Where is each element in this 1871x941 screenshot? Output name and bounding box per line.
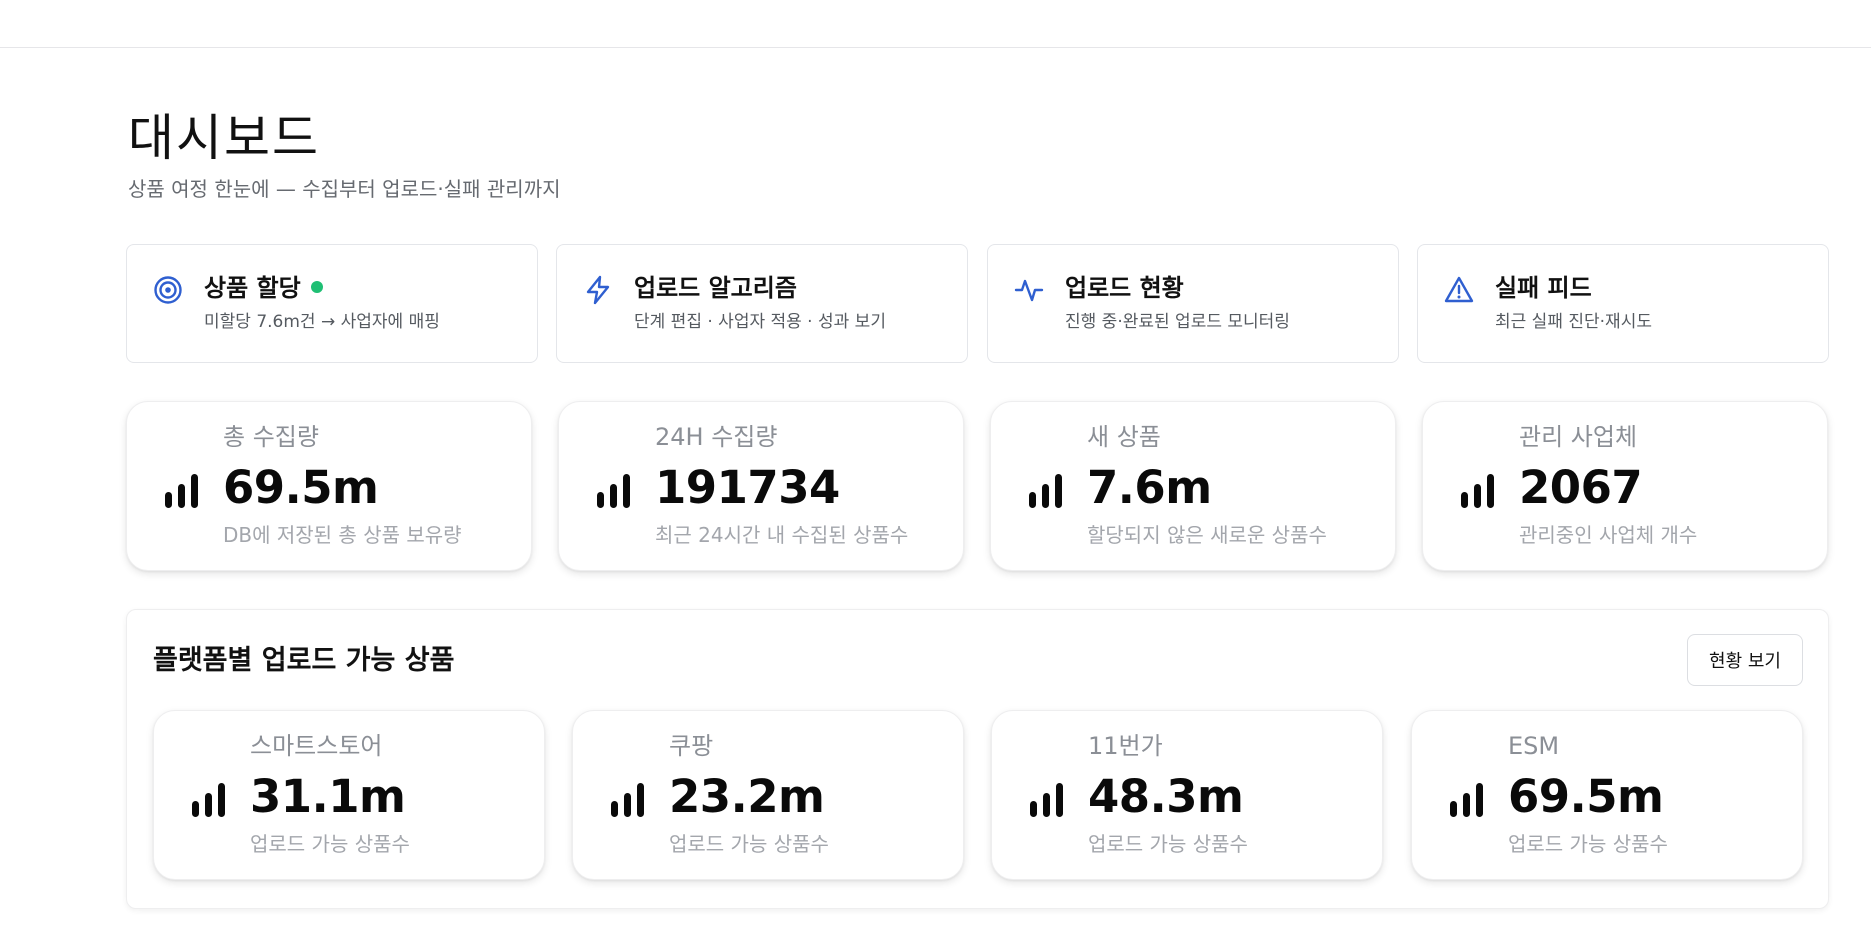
warning-icon <box>1444 276 1474 303</box>
stat-card-managed-businesses: 관리 사업체 2067 관리중인 사업체 개수 <box>1422 401 1828 571</box>
platform-value: 31.1m <box>250 770 406 823</box>
stat-label: 관리 사업체 <box>1519 423 1638 451</box>
stat-value: 2067 <box>1519 461 1643 514</box>
platform-upload-panel: 플랫폼별 업로드 가능 상품 현황 보기 스마트스토어 31.1m 업로드 가능… <box>126 609 1829 909</box>
platform-card-smartstore: 스마트스토어 31.1m 업로드 가능 상품수 <box>153 710 545 880</box>
platform-description: 업로드 가능 상품수 <box>250 832 410 856</box>
platform-value: 23.2m <box>669 770 825 823</box>
nav-card-title: 상품 할당 <box>204 273 323 303</box>
stat-label: 24H 수집량 <box>655 423 778 451</box>
platform-value: 69.5m <box>1508 770 1664 823</box>
signal-bars-icon <box>1450 783 1483 817</box>
signal-bars-icon <box>1461 474 1494 508</box>
nav-card-product-assignment[interactable]: 상품 할당 미할당 7.6m건 → 사업자에 매핑 <box>126 244 538 363</box>
nav-card-title: 업로드 알고리즘 <box>634 274 797 302</box>
signal-bars-icon <box>1029 474 1062 508</box>
stat-card-24h-collected: 24H 수집량 191734 최근 24시간 내 수집된 상품수 <box>558 401 964 571</box>
status-dot <box>310 281 323 293</box>
nav-card-description: 진행 중·완료된 업로드 모니터링 <box>1065 312 1290 332</box>
nav-card-title: 업로드 현황 <box>1065 274 1184 302</box>
stat-description: 최근 24시간 내 수집된 상품수 <box>655 523 909 547</box>
platform-card-11st: 11번가 48.3m 업로드 가능 상품수 <box>991 710 1383 880</box>
top-bar <box>0 0 1871 48</box>
platform-label: 스마트스토어 <box>250 732 383 760</box>
activity-icon <box>1014 279 1044 302</box>
stat-label: 총 수집량 <box>223 423 319 451</box>
platform-description: 업로드 가능 상품수 <box>669 832 829 856</box>
stat-card-new-products: 새 상품 7.6m 할당되지 않은 새로운 상품수 <box>990 401 1396 571</box>
nav-card-description: 미할당 7.6m건 → 사업자에 매핑 <box>204 312 440 332</box>
platform-label: 쿠팡 <box>669 732 714 760</box>
target-icon <box>154 276 182 304</box>
stat-label: 새 상품 <box>1087 423 1161 451</box>
signal-bars-icon <box>192 783 225 817</box>
platform-value: 48.3m <box>1088 770 1244 823</box>
platform-row: 스마트스토어 31.1m 업로드 가능 상품수 쿠팡 23.2m 업로드 가능 … <box>153 710 1805 880</box>
stat-value: 191734 <box>655 461 840 514</box>
panel-title: 플랫폼별 업로드 가능 상품 <box>153 645 455 676</box>
stats-row: 총 수집량 69.5m DB에 저장된 총 상품 보유량 24H 수집량 191… <box>126 401 1829 571</box>
stat-description: DB에 저장된 총 상품 보유량 <box>223 523 462 547</box>
nav-card-title: 실패 피드 <box>1495 274 1592 302</box>
platform-description: 업로드 가능 상품수 <box>1088 832 1248 856</box>
nav-cards: 상품 할당 미할당 7.6m건 → 사업자에 매핑 업로드 알고리즘 단계 편집… <box>126 244 1829 363</box>
page-title: 대시보드 <box>128 109 320 167</box>
nav-card-failure-feed[interactable]: 실패 피드 최근 실패 진단·재시도 <box>1417 244 1829 363</box>
lightning-icon <box>586 275 610 305</box>
view-status-button[interactable]: 현황 보기 <box>1687 634 1803 686</box>
platform-label: 11번가 <box>1088 732 1163 760</box>
nav-card-upload-algorithm[interactable]: 업로드 알고리즘 단계 편집 · 사업자 적용 · 성과 보기 <box>556 244 968 363</box>
platform-card-esm: ESM 69.5m 업로드 가능 상품수 <box>1411 710 1803 880</box>
stat-card-total-collected: 총 수집량 69.5m DB에 저장된 총 상품 보유량 <box>126 401 532 571</box>
platform-description: 업로드 가능 상품수 <box>1508 832 1668 856</box>
nav-card-upload-status[interactable]: 업로드 현황 진행 중·완료된 업로드 모니터링 <box>987 244 1399 363</box>
signal-bars-icon <box>1030 783 1063 817</box>
platform-card-coupang: 쿠팡 23.2m 업로드 가능 상품수 <box>572 710 964 880</box>
stat-value: 7.6m <box>1087 461 1212 514</box>
signal-bars-icon <box>597 474 630 508</box>
page-subtitle: 상품 여정 한눈에 — 수집부터 업로드·실패 관리까지 <box>128 177 561 201</box>
platform-label: ESM <box>1508 732 1560 760</box>
stat-description: 할당되지 않은 새로운 상품수 <box>1087 523 1327 547</box>
nav-card-description: 최근 실패 진단·재시도 <box>1495 312 1652 332</box>
signal-bars-icon <box>611 783 644 817</box>
signal-bars-icon <box>165 474 198 508</box>
nav-card-description: 단계 편집 · 사업자 적용 · 성과 보기 <box>634 312 886 332</box>
stat-value: 69.5m <box>223 461 379 514</box>
stat-description: 관리중인 사업체 개수 <box>1519 523 1698 547</box>
